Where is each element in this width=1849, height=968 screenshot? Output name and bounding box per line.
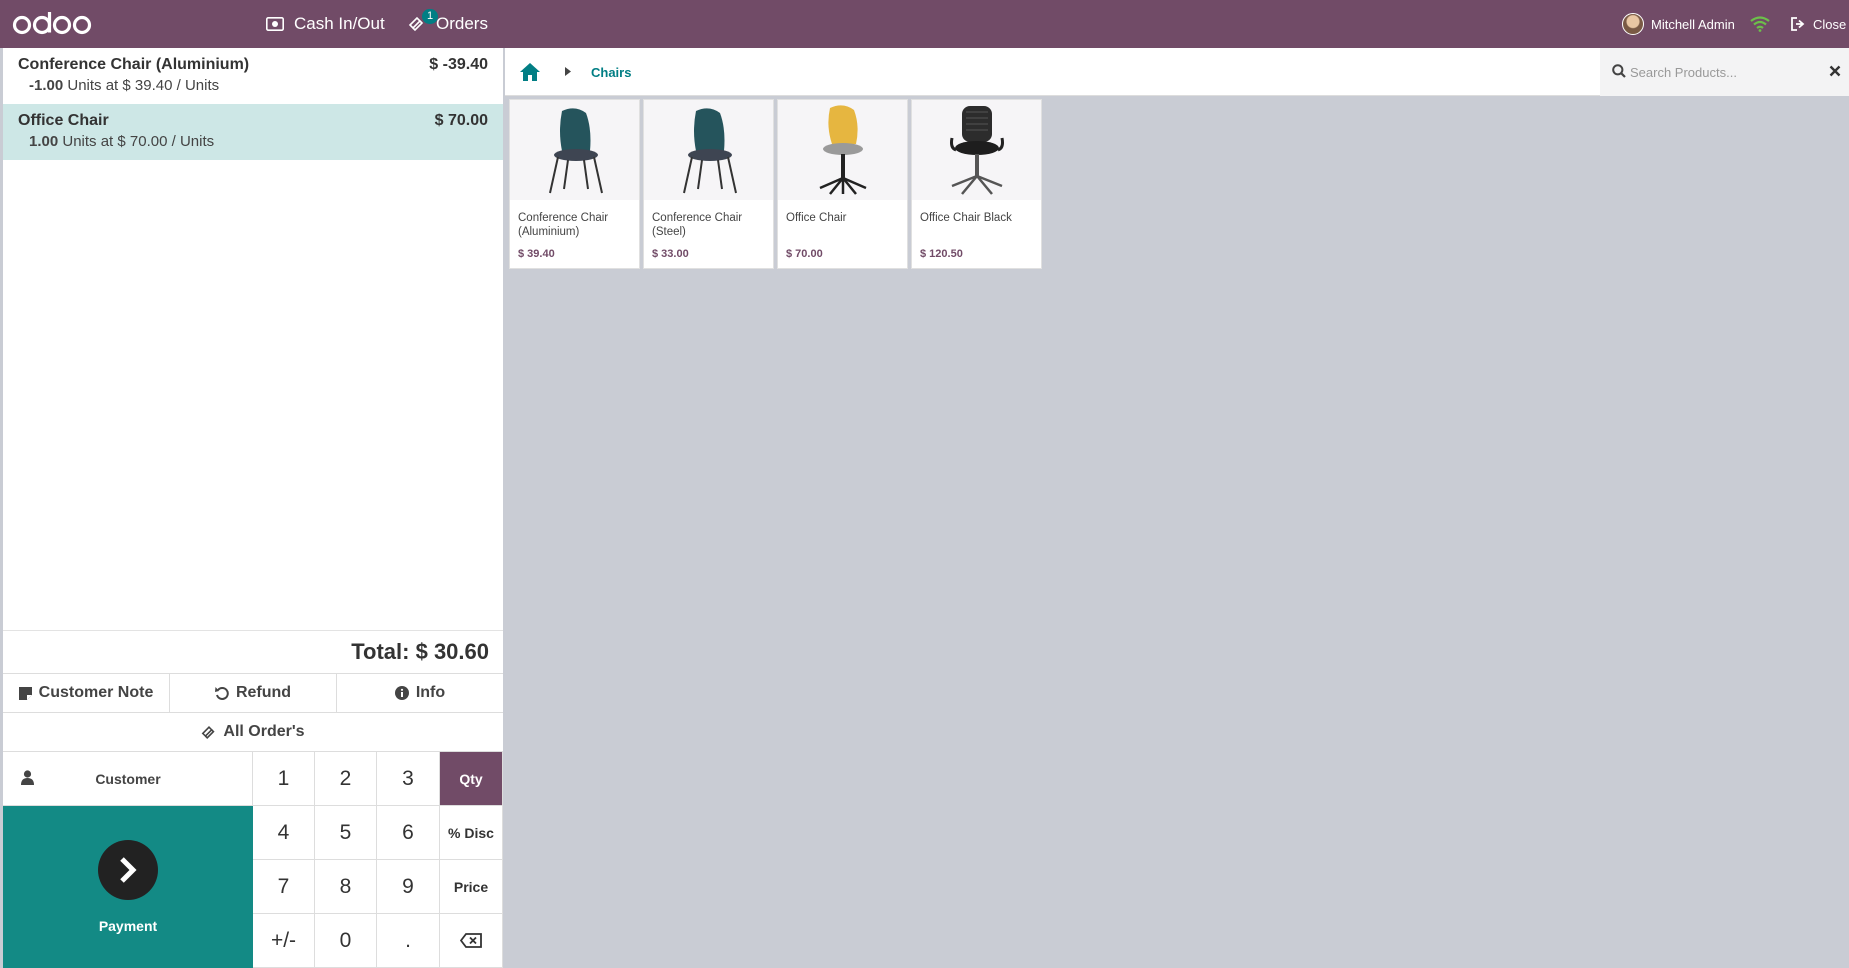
product-name: Office Chair Black xyxy=(920,212,1012,224)
info-label: Info xyxy=(415,684,446,701)
order-line[interactable]: Conference Chair (Aluminium) $ -39.40 -1… xyxy=(3,48,503,104)
user-menu[interactable]: Mitchell Admin xyxy=(1622,0,1735,48)
product-price: $ 70.00 xyxy=(786,248,823,260)
undo-icon xyxy=(214,687,229,700)
numpad-key-9[interactable]: 9 xyxy=(377,860,440,914)
product-name: Office Chair xyxy=(786,212,847,224)
black-office-chair-icon xyxy=(949,106,1004,195)
close-label: Close xyxy=(1813,16,1847,32)
order-line-price: $ 70.00 xyxy=(434,112,488,129)
product-price: $ 33.00 xyxy=(652,248,689,260)
search-input[interactable] xyxy=(1630,60,1810,84)
order-line-qty: -1.00 xyxy=(29,77,64,94)
cash-in-out-label: Cash In/Out xyxy=(294,14,385,33)
payment-button[interactable]: Payment xyxy=(3,806,253,968)
product-image xyxy=(912,100,1041,200)
customer-note-label: Customer Note xyxy=(38,684,154,701)
numpad-key-7[interactable]: 7 xyxy=(253,860,315,914)
numpad-key-1[interactable]: 1 xyxy=(253,752,315,806)
cash-in-out-button[interactable]: Cash In/Out xyxy=(266,0,385,48)
search-icon xyxy=(1612,64,1626,78)
home-icon[interactable] xyxy=(519,62,541,82)
numpad-key-6[interactable]: 6 xyxy=(377,806,440,860)
avatar xyxy=(1622,13,1644,35)
product-card[interactable]: Office Chair Black $ 120.50 xyxy=(911,99,1042,269)
clear-search-icon[interactable] xyxy=(1829,65,1841,77)
payment-label: Payment xyxy=(98,918,158,934)
product-image xyxy=(778,100,907,200)
order-line-name: Conference Chair (Aluminium) xyxy=(18,56,250,73)
left-pane: Conference Chair (Aluminium) $ -39.40 -1… xyxy=(3,48,503,968)
ticket-icon xyxy=(202,725,215,739)
numpad-key-2[interactable]: 2 xyxy=(315,752,377,806)
numpad-key-5[interactable]: 5 xyxy=(315,806,377,860)
breadcrumb-category[interactable]: Chairs xyxy=(591,65,631,80)
teal-chair-icon xyxy=(548,108,603,194)
product-price: $ 120.50 xyxy=(920,248,963,260)
numpad-key-8[interactable]: 8 xyxy=(315,860,377,914)
teal-chair-icon xyxy=(682,108,737,194)
all-orders-button[interactable]: All Order's xyxy=(3,713,503,752)
orders-label: Orders xyxy=(436,14,488,33)
search-bar xyxy=(1600,48,1849,96)
customer-label: Customer xyxy=(95,770,161,787)
order-line-info: -1.00 Units at $ 39.40 / Units xyxy=(29,77,488,94)
numpad-key-0[interactable]: 0 xyxy=(315,914,377,968)
info-button[interactable]: Info xyxy=(337,674,503,712)
info-icon xyxy=(394,686,409,700)
sign-out-icon xyxy=(1791,17,1805,31)
close-button[interactable]: Close xyxy=(1791,0,1846,48)
orders-count-badge: 1 xyxy=(422,9,439,24)
order-line-price: $ -39.40 xyxy=(429,56,488,73)
money-icon xyxy=(266,17,284,31)
chevron-right-icon xyxy=(98,840,158,900)
order-line-name: Office Chair xyxy=(18,112,109,129)
numpad-key-3[interactable]: 3 xyxy=(377,752,440,806)
product-price: $ 39.40 xyxy=(518,248,555,260)
product-image xyxy=(510,100,639,200)
refund-label: Refund xyxy=(235,684,292,701)
customer-button[interactable]: Customer xyxy=(3,752,253,806)
customer-note-button[interactable]: Customer Note xyxy=(3,674,170,712)
order-line-selected[interactable]: Office Chair $ 70.00 1.00 Units at $ 70.… xyxy=(3,104,503,160)
numpad-mode-qty[interactable]: Qty xyxy=(440,752,503,806)
numpad: 1 2 3 Qty 4 5 6 % Disc 7 8 9 Price +/- 0… xyxy=(253,752,503,968)
numpad-mode-price[interactable]: Price xyxy=(440,860,503,914)
numpad-key-plus-minus[interactable]: +/- xyxy=(253,914,315,968)
order-total: Total: $ 30.60 xyxy=(3,631,503,674)
order-line-info: 1.00 Units at $ 70.00 / Units xyxy=(29,133,488,150)
product-card[interactable]: Conference Chair (Aluminium) $ 39.40 xyxy=(509,99,640,269)
product-card[interactable]: Conference Chair (Steel) $ 33.00 xyxy=(643,99,774,269)
wifi-icon xyxy=(1750,16,1770,32)
order-line-qty: 1.00 xyxy=(29,133,59,150)
product-name: Conference Chair (Aluminium) xyxy=(518,212,609,238)
products-header: Chairs xyxy=(505,48,1849,96)
numpad-key-4[interactable]: 4 xyxy=(253,806,315,860)
product-card[interactable]: Office Chair $ 70.00 xyxy=(777,99,908,269)
caret-right-icon xyxy=(565,67,571,76)
product-name: Conference Chair (Steel) xyxy=(652,212,743,238)
numpad-mode-discount[interactable]: % Disc xyxy=(440,806,503,860)
user-name: Mitchell Admin xyxy=(1651,16,1735,32)
product-image xyxy=(644,100,773,200)
note-icon xyxy=(18,686,32,700)
orders-button[interactable]: 1 Orders xyxy=(408,0,488,48)
all-orders-label: All Order's xyxy=(223,723,305,740)
backspace-icon xyxy=(460,933,482,948)
product-grid: Conference Chair (Aluminium) $ 39.40 Con… xyxy=(509,99,1042,269)
numpad-backspace-button[interactable] xyxy=(440,914,503,968)
top-bar: Cash In/Out 1 Orders Mitchell Admin Clos… xyxy=(0,0,1849,48)
numpad-key-decimal[interactable]: . xyxy=(377,914,440,968)
connection-status[interactable] xyxy=(1750,0,1770,48)
order-line-detail: Units at $ 39.40 / Units xyxy=(67,77,220,94)
order-lines: Conference Chair (Aluminium) $ -39.40 -1… xyxy=(3,48,503,631)
odoo-logo[interactable] xyxy=(12,8,92,40)
control-buttons: Customer Note Refund Info xyxy=(3,674,503,713)
refund-button[interactable]: Refund xyxy=(170,674,337,712)
order-line-detail: Units at $ 70.00 / Units xyxy=(62,133,215,150)
yellow-swivel-chair-icon xyxy=(819,105,866,195)
